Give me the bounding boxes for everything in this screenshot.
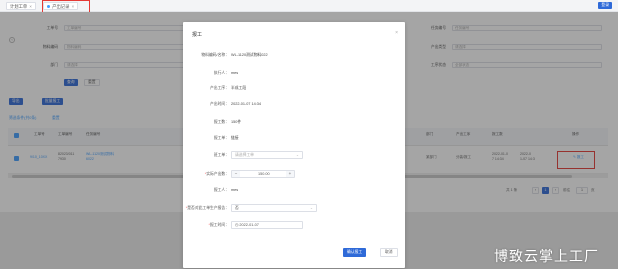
tab-plan-workorder[interactable]: 计划工单 × — [6, 2, 36, 10]
actual-qty-label: *实际产出数： — [204, 172, 229, 176]
tab-label: 计划工单 — [10, 4, 28, 9]
chevron-down-icon: ⌄ — [309, 206, 313, 210]
reporter-value: mes — [231, 188, 239, 192]
report-dialog: 报工 × 物料编码/名称： WL-1120测试物料022 执行人： mes 产出… — [183, 22, 405, 268]
decrement-button[interactable]: − — [232, 171, 240, 177]
report-qty-label: 报工数： — [213, 120, 229, 124]
confirm-report-button[interactable]: 确认报工 — [343, 248, 367, 257]
qty-value: 150.00 — [258, 172, 270, 176]
top-right-button[interactable]: 登录 — [598, 2, 612, 9]
calendar-icon: ◷ — [235, 223, 239, 227]
report-date-label: *报工时间： — [208, 223, 229, 227]
output-time-label: 产出时间： — [210, 102, 229, 106]
report-sheet-value: 链接 — [231, 136, 239, 140]
work-order-select[interactable]: 请选择工单 ⌄ — [231, 151, 303, 159]
work-order-placeholder: 请选择工单 — [235, 153, 254, 157]
report-sheet-label: 报工单： — [213, 136, 229, 140]
material-value: WL-1120测试物料022 — [231, 53, 268, 57]
process-label: 产出工序： — [210, 86, 229, 90]
last-report-value: 否 — [235, 206, 239, 210]
increment-button[interactable]: + — [286, 171, 294, 177]
cancel-button[interactable]: 取消 — [380, 248, 398, 257]
output-time-value: 2022-01-07 14:34 — [231, 102, 261, 106]
material-label: 物料编码/名称： — [201, 53, 229, 57]
chevron-down-icon: ⌄ — [295, 153, 299, 157]
reporter-label: 报工人： — [213, 188, 229, 192]
actual-qty-stepper[interactable]: − 150.00 + — [231, 170, 295, 178]
last-report-select[interactable]: 否 ⌄ — [231, 204, 317, 212]
close-icon[interactable]: × — [29, 4, 32, 9]
report-qty-value: 150件 — [231, 120, 242, 124]
tab-bar: 计划工单 × 产出记录 × 登录 — [0, 0, 618, 12]
report-date-value: 2022-01-07 — [239, 223, 259, 227]
report-date-input[interactable]: ◷ 2022-01-07 — [231, 221, 303, 229]
last-report-label: *是否对此工单生产报告： — [185, 206, 229, 210]
close-icon[interactable]: × — [395, 30, 398, 36]
watermark-text: 博致云掌上工厂 — [494, 249, 599, 265]
dialog-title: 报工 — [192, 32, 203, 38]
executor-label: 执行人： — [213, 71, 229, 75]
executor-value: mes — [231, 71, 239, 75]
work-order-label: 班工单： — [213, 153, 229, 157]
process-value: 半成工段 — [231, 86, 247, 90]
